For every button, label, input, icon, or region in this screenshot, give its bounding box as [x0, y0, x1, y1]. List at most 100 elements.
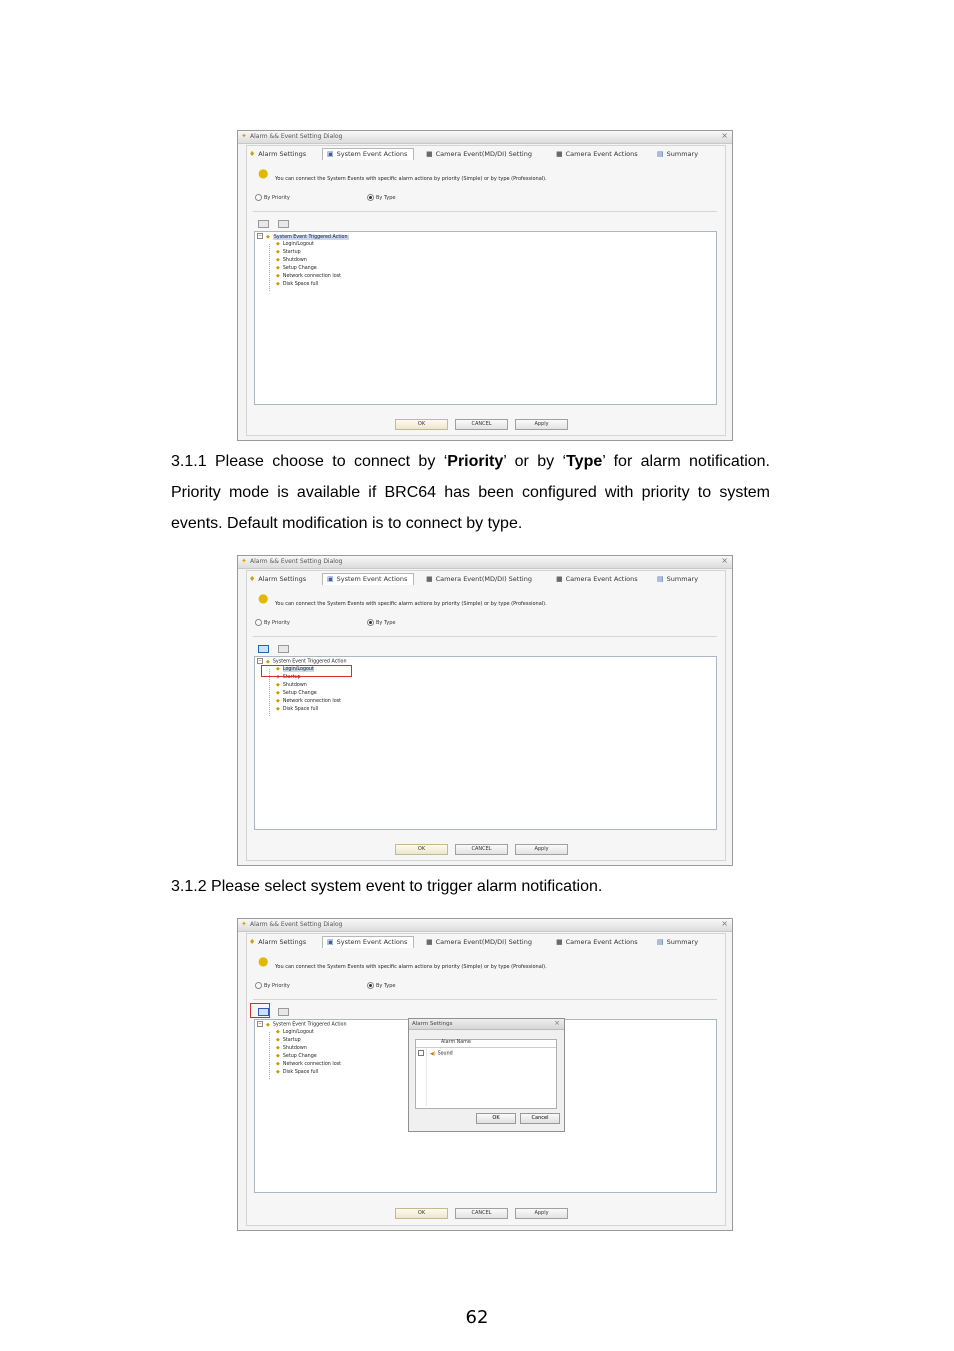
tree-item[interactable]: ◆ Shutdown [276, 682, 307, 689]
bulb-icon: ♦ [249, 575, 256, 583]
alarm-list-header: Alarm Name [416, 1040, 556, 1048]
lightbulb-icon: ● [258, 166, 269, 180]
radio-circle-icon [255, 619, 262, 626]
grid-line [426, 1048, 427, 1106]
tab-camera-event-actions[interactable]: ■ Camera Event Actions [556, 938, 638, 946]
paragraph-3-1-2: 3.1.2 Please select system event to trig… [171, 878, 603, 895]
tab-camera-event-actions[interactable]: ■ Camera Event Actions [556, 150, 638, 158]
summary-icon: ▤ [657, 575, 664, 583]
tree-item[interactable]: ◆ Network connection lost [276, 698, 341, 705]
radio-by-type[interactable]: By Type [367, 619, 395, 626]
tree-item[interactable]: ◆ Startup [276, 1037, 301, 1044]
close-icon[interactable]: × [721, 556, 728, 565]
divider [253, 211, 717, 212]
alarm-list: Alarm Name ◀) Sound [415, 1039, 557, 1109]
apply-button[interactable]: Apply [515, 419, 568, 430]
ok-button[interactable]: OK [395, 1208, 448, 1219]
tree-item[interactable]: ◆ Login/Logout [276, 241, 314, 248]
cancel-button[interactable]: CANCEL [455, 419, 508, 430]
popup-cancel-button[interactable]: Cancel [520, 1113, 560, 1124]
delete-alarm-icon[interactable] [278, 220, 289, 228]
tab-summary[interactable]: ▤ Summary [657, 575, 698, 583]
camera-icon: ■ [426, 150, 433, 158]
delete-alarm-icon[interactable] [278, 1008, 289, 1016]
screenshot-2-dialog: ✦ Alarm && Event Setting Dialog × ♦ Alarm… [237, 555, 733, 866]
close-icon[interactable]: × [554, 1019, 560, 1027]
radio-circle-icon [255, 982, 262, 989]
tree-item[interactable]: ◆ Setup Change [276, 265, 317, 272]
tab-alarm-settings[interactable]: ♦ Alarm Settings [249, 938, 306, 946]
cancel-button[interactable]: CANCEL [455, 844, 508, 855]
tab-camera-event-setting[interactable]: ■ Camera Event(MD/DI) Setting [426, 150, 532, 158]
tree-item[interactable]: ◆ Login/Logout [276, 1029, 314, 1036]
diamond-icon: ◆ [276, 1045, 280, 1051]
delete-alarm-icon[interactable] [278, 645, 289, 653]
diamond-icon: ◆ [266, 1021, 270, 1028]
dialog-titlebar: ✦ Alarm && Event Setting Dialog × [238, 556, 732, 569]
diamond-icon: ◆ [276, 257, 280, 263]
tree-root[interactable]: − ◆ System Event Triggered Action [257, 233, 349, 241]
tab-camera-event-setting[interactable]: ■ Camera Event(MD/DI) Setting [426, 938, 532, 946]
tree-item[interactable]: ◆ Network connection lost [276, 1061, 341, 1068]
popup-ok-button[interactable]: OK [476, 1113, 516, 1124]
tree-item[interactable]: ◆ Shutdown [276, 257, 307, 264]
collapse-icon[interactable]: − [257, 658, 263, 664]
diamond-icon: ◆ [276, 273, 280, 279]
divider [253, 999, 717, 1000]
camera-icon: ■ [426, 575, 433, 583]
tab-system-event-actions[interactable]: ▣ System Event Actions [322, 148, 415, 160]
collapse-icon[interactable]: − [257, 1021, 263, 1027]
tree-item[interactable]: ◆ Disk Space full [276, 1069, 318, 1076]
tree-item[interactable]: ◆ Disk Space full [276, 281, 318, 288]
bulb-icon: ♦ [249, 938, 256, 946]
popup-title: Alarm Settings [412, 1021, 453, 1027]
apply-button[interactable]: Apply [515, 844, 568, 855]
paragraph-3-1-1: 3.1.1 Please choose to connect by ‘Prior… [171, 453, 770, 532]
checkbox-icon[interactable] [418, 1050, 424, 1056]
diamond-icon: ◆ [276, 690, 280, 696]
tree-item[interactable]: ◆ Network connection lost [276, 273, 341, 280]
tab-summary[interactable]: ▤ Summary [657, 938, 698, 946]
priority-term: Priority [447, 453, 504, 470]
tab-system-event-actions[interactable]: ▣ System Event Actions [322, 936, 415, 948]
ok-button[interactable]: OK [395, 419, 448, 430]
diamond-icon: ◆ [276, 1069, 280, 1075]
speaker-icon: ◀) [430, 1051, 436, 1057]
radio-by-type[interactable]: By Type [367, 194, 395, 201]
tab-summary[interactable]: ▤ Summary [657, 150, 698, 158]
tab-bar: ♦ Alarm Settings ▣ System Event Actions ■ C… [247, 148, 725, 162]
tab-system-event-actions[interactable]: ▣ System Event Actions [322, 573, 415, 585]
apply-button[interactable]: Apply [515, 1208, 568, 1219]
collapse-icon[interactable]: − [257, 233, 263, 239]
tree-item[interactable]: ◆ Startup [276, 249, 301, 256]
radio-by-priority[interactable]: By Priority [255, 982, 290, 989]
app-icon: ✦ [241, 557, 247, 565]
tree-root[interactable]: − ◆ System Event Triggered Action [257, 1021, 347, 1029]
diamond-icon: ◆ [276, 249, 280, 255]
diamond-icon: ◆ [276, 265, 280, 271]
tab-camera-event-actions[interactable]: ■ Camera Event Actions [556, 575, 638, 583]
close-icon[interactable]: × [721, 131, 728, 140]
radio-by-priority[interactable]: By Priority [255, 619, 290, 626]
tab-alarm-settings[interactable]: ♦ Alarm Settings [249, 575, 306, 583]
alarm-row-sound[interactable]: ◀) Sound [418, 1050, 453, 1057]
tree-item[interactable]: ◆ Setup Change [276, 690, 317, 697]
add-alarm-icon[interactable] [258, 645, 269, 653]
radio-selected-icon [367, 619, 374, 626]
camera-icon: ■ [426, 938, 433, 946]
tab-alarm-settings[interactable]: ♦ Alarm Settings [249, 150, 306, 158]
tab-camera-event-setting[interactable]: ■ Camera Event(MD/DI) Setting [426, 575, 532, 583]
diamond-icon: ◆ [276, 698, 280, 704]
cancel-button[interactable]: CANCEL [455, 1208, 508, 1219]
type-term: Type [566, 453, 603, 470]
add-alarm-icon[interactable] [258, 220, 269, 228]
radio-by-priority[interactable]: By Priority [255, 194, 290, 201]
ok-button[interactable]: OK [395, 844, 448, 855]
radio-by-type[interactable]: By Type [367, 982, 395, 989]
monitor-icon: ▣ [327, 575, 334, 583]
tree-item[interactable]: ◆ Shutdown [276, 1045, 307, 1052]
close-icon[interactable]: × [721, 919, 728, 928]
tree-item[interactable]: ◆ Setup Change [276, 1053, 317, 1060]
diamond-icon: ◆ [266, 658, 270, 665]
tree-item[interactable]: ◆ Disk Space full [276, 706, 318, 713]
